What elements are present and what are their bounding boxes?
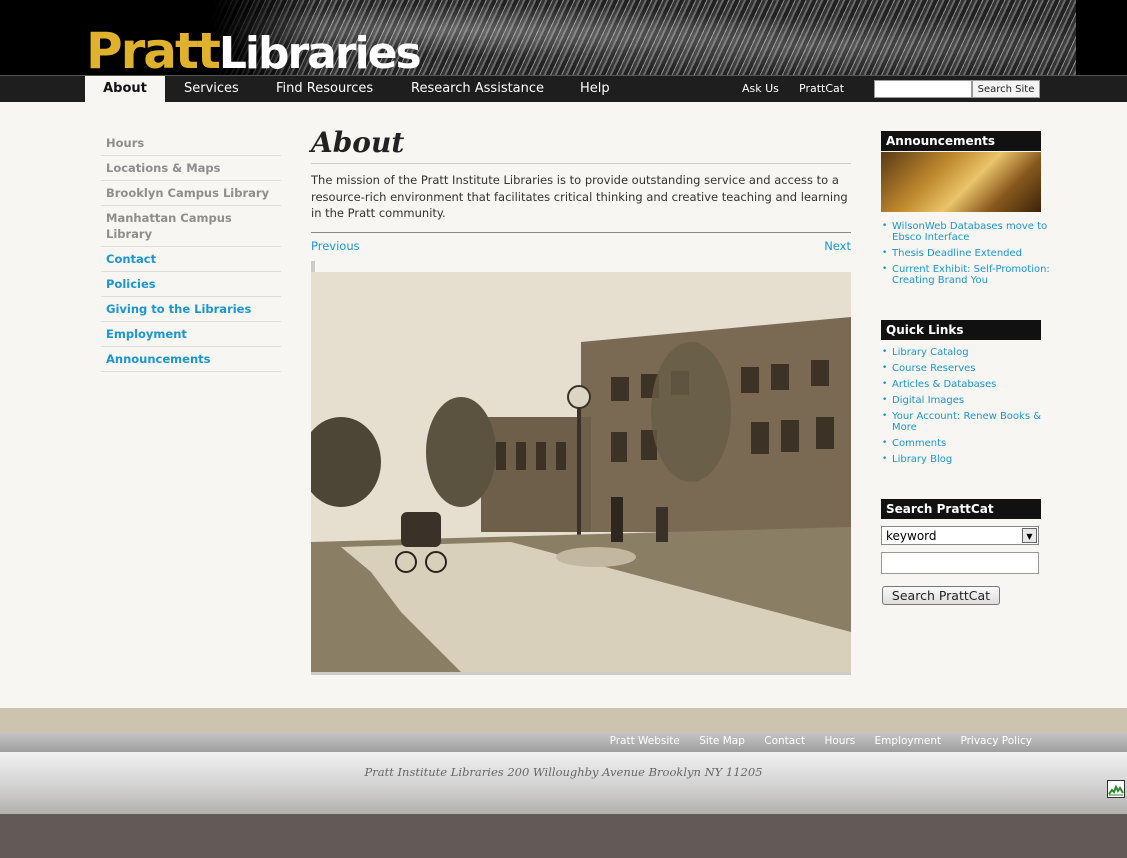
site-header: PrattLibraries — [0, 0, 1127, 75]
footer-band — [0, 708, 1127, 732]
quick-links-heading: Quick Links — [881, 320, 1041, 340]
footer-link-privacy-policy[interactable]: Privacy Policy — [960, 735, 1032, 747]
nav-tab-research-assistance[interactable]: Research Assistance — [411, 76, 544, 102]
logo-pratt-text: Pratt — [86, 22, 221, 75]
quick-link-library-catalog[interactable]: Library Catalog — [881, 347, 1056, 358]
footer-address: Pratt Institute Libraries 200 Willoughby… — [364, 765, 763, 779]
main-content: About The mission of the Pratt Institute… — [311, 125, 851, 675]
next-link[interactable]: Next — [824, 239, 851, 253]
footer-link-contact[interactable]: Contact — [764, 735, 805, 747]
sidebar-item-manhattan-campus-library[interactable]: Manhattan Campus Library — [101, 206, 281, 247]
quick-links-list: Library Catalog Course Reserves Articles… — [881, 347, 1056, 470]
sidebar-item-locations-maps[interactable]: Locations & Maps — [101, 156, 281, 181]
left-sidebar: Hours Locations & Maps Brooklyn Campus L… — [101, 131, 281, 372]
sidebar-item-announcements[interactable]: Announcements — [101, 347, 281, 372]
mission-statement: The mission of the Pratt Institute Libra… — [311, 172, 851, 233]
quick-link-digital-images[interactable]: Digital Images — [881, 395, 1056, 406]
chevron-down-icon[interactable]: ▼ — [1022, 528, 1037, 543]
search-site-button[interactable]: Search Site — [972, 80, 1040, 98]
announcement-item[interactable]: Current Exhibit: Self-Promotion: Creatin… — [881, 264, 1056, 286]
announcement-item[interactable]: WilsonWeb Databases move to Ebsco Interf… — [881, 221, 1056, 243]
search-prattcat-heading: Search PrattCat — [881, 499, 1041, 519]
campus-historic-photo — [311, 272, 851, 675]
ask-us-link[interactable]: Ask Us — [742, 76, 779, 102]
prattcat-link[interactable]: PrattCat — [799, 76, 844, 102]
quick-link-course-reserves[interactable]: Course Reserves — [881, 363, 1056, 374]
sidebar-item-brooklyn-campus-library[interactable]: Brooklyn Campus Library — [101, 181, 281, 206]
prattcat-search-input[interactable] — [881, 552, 1039, 574]
pratt-libraries-logo[interactable]: PrattLibraries — [86, 26, 422, 75]
footer-body — [0, 752, 1127, 814]
nav-tab-about[interactable]: About — [85, 76, 165, 102]
slideshow-controls: Previous Next — [311, 239, 851, 259]
nav-tab-help[interactable]: Help — [580, 76, 610, 102]
stats-chart-icon — [1108, 784, 1124, 796]
footer-links: Pratt Website Site Map Contact Hours Emp… — [594, 735, 1032, 747]
main-nav: About Services Find Resources Research A… — [0, 75, 1127, 102]
announcement-item[interactable]: Thesis Deadline Extended — [881, 248, 1056, 259]
sidebar-item-giving[interactable]: Giving to the Libraries — [101, 297, 281, 322]
quick-link-comments[interactable]: Comments — [881, 438, 1056, 449]
quick-link-articles-databases[interactable]: Articles & Databases — [881, 379, 1056, 390]
prattcat-search-type-select[interactable]: keyword ▼ — [881, 526, 1039, 545]
footer-link-site-map[interactable]: Site Map — [699, 735, 745, 747]
sidebar-item-employment[interactable]: Employment — [101, 322, 281, 347]
previous-link[interactable]: Previous — [311, 239, 360, 253]
nav-tab-services[interactable]: Services — [184, 76, 239, 102]
footer-link-pratt-website[interactable]: Pratt Website — [610, 735, 680, 747]
sidebar-item-contact[interactable]: Contact — [101, 247, 281, 272]
announcements-heading: Announcements — [881, 131, 1041, 151]
footer-bottom-bar — [0, 814, 1127, 858]
logo-libraries-text: Libraries — [218, 28, 422, 75]
sidebar-item-policies[interactable]: Policies — [101, 272, 281, 297]
announcement-photo[interactable] — [881, 152, 1041, 212]
sidebar-item-hours[interactable]: Hours — [101, 131, 281, 156]
quick-link-library-blog[interactable]: Library Blog — [881, 454, 1056, 465]
prattcat-select-value: keyword — [886, 529, 937, 543]
announcements-list: WilsonWeb Databases move to Ebsco Interf… — [881, 221, 1056, 291]
stats-counter-icon[interactable] — [1107, 780, 1125, 798]
campus-photo-illustration — [311, 272, 851, 672]
nav-tab-find-resources[interactable]: Find Resources — [276, 76, 373, 102]
page-title: About — [311, 125, 851, 164]
quick-link-your-account[interactable]: Your Account: Renew Books & More — [881, 411, 1056, 433]
search-prattcat-button[interactable]: Search PrattCat — [882, 586, 1000, 605]
footer-link-employment[interactable]: Employment — [875, 735, 942, 747]
search-site-input[interactable] — [874, 80, 972, 98]
footer-link-hours[interactable]: Hours — [824, 735, 855, 747]
